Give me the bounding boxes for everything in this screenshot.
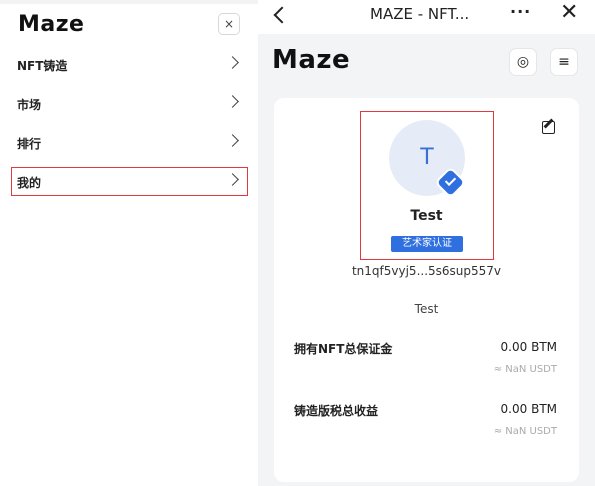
stat-sub-nft-deposit: ≈ NaN USDT	[493, 364, 557, 375]
main-page: MAZE - NFT... ··· ✕ Maze ◎ ≡ T Test 艺术家认…	[258, 0, 595, 486]
drawer-close-button[interactable]: ×	[218, 13, 240, 35]
drawer-item-label: 排行	[17, 137, 42, 151]
palette-icon[interactable]: ◎	[509, 48, 537, 76]
drawer-item-label: 市场	[17, 98, 42, 112]
drawer-item-label: NFT铸造	[17, 59, 68, 73]
checkmark-icon	[444, 174, 457, 187]
profile-bio: Test	[414, 302, 439, 316]
drawer-item-nft-mint[interactable]: NFT铸造	[0, 46, 258, 84]
page-title: MAZE - NFT...	[370, 5, 470, 23]
stat-value-nft-deposit: 0.00 BTM	[500, 340, 557, 354]
drawer-top-strip	[0, 0, 258, 4]
more-options-button[interactable]: ···	[510, 2, 531, 21]
drawer-item-ranking[interactable]: 排行	[0, 124, 258, 162]
drawer-item-market[interactable]: 市场	[0, 85, 258, 123]
site-logo[interactable]: Maze	[272, 45, 350, 75]
artist-verified-tag: 艺术家认证	[391, 236, 463, 252]
chevron-right-icon	[226, 134, 239, 147]
stat-sub-royalty: ≈ NaN USDT	[493, 426, 557, 437]
back-arrow-icon[interactable]	[273, 6, 291, 24]
active-item-highlight	[11, 167, 248, 196]
side-drawer: Maze × NFT铸造 市场 排行 我的	[0, 0, 258, 486]
site-header: Maze ◎ ≡	[258, 34, 595, 92]
drawer-logo: Maze	[18, 12, 85, 37]
chevron-right-icon	[226, 95, 239, 108]
menu-icon[interactable]: ≡	[550, 48, 578, 76]
profile-card: T Test 艺术家认证 tn1qf5vyj5...5s6sup557v Tes…	[274, 98, 579, 482]
stat-label-nft-deposit: 拥有NFT总保证金	[294, 342, 393, 356]
stat-value-royalty: 0.00 BTM	[500, 402, 557, 416]
close-page-button[interactable]: ✕	[560, 0, 578, 25]
browser-topbar: MAZE - NFT... ··· ✕	[258, 0, 595, 34]
chevron-right-icon	[226, 56, 239, 69]
stat-label-royalty: 铸造版税总收益	[294, 404, 379, 418]
profile-name: Test	[410, 208, 443, 224]
edit-icon[interactable]	[542, 121, 555, 134]
wallet-address[interactable]: tn1qf5vyj5...5s6sup557v	[274, 264, 579, 278]
